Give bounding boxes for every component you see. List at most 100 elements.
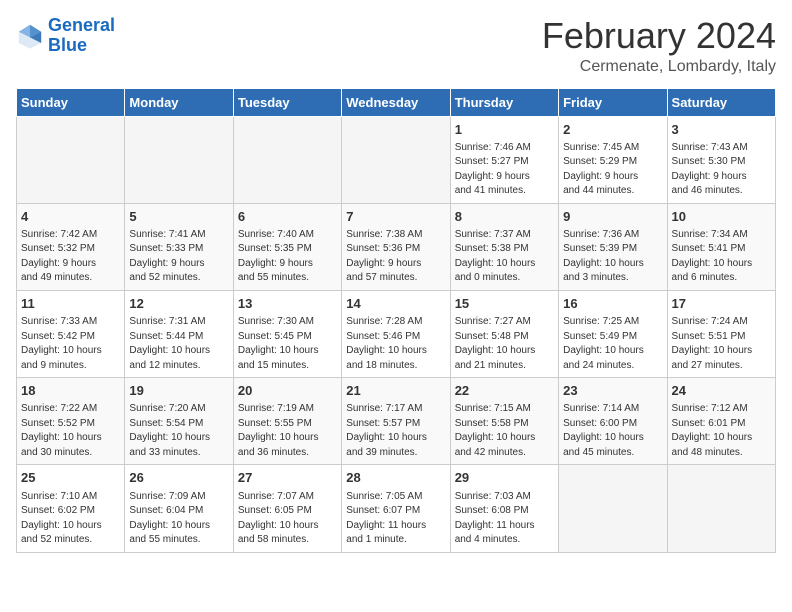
day-info: Sunrise: 7:07 AMSunset: 6:05 PMDaylight:…	[238, 490, 337, 548]
calendar-cell: 2Sunrise: 7:45 AMSunset: 5:29 PMDaylight…	[559, 116, 667, 203]
day-number: 22	[455, 382, 554, 400]
calendar-cell: 6 Sunrise: 7:40 AMSunset: 5:35 PMDaylight…	[233, 203, 341, 290]
day-number: 28	[346, 469, 445, 487]
day-number: 7	[346, 208, 445, 226]
day-info: Sunrise: 7:15 AMSunset: 5:58 PMDaylight:…	[455, 402, 554, 460]
day-number: 19	[129, 382, 228, 400]
weekday-header-monday: Monday	[125, 88, 233, 116]
day-info: Sunrise: 7:37 AMSunset: 5:38 PMDaylight:…	[455, 228, 554, 286]
day-number: 9	[563, 208, 662, 226]
calendar-cell	[17, 116, 125, 203]
calendar-cell: 26Sunrise: 7:09 AMSunset: 6:04 PMDayligh…	[125, 465, 233, 552]
weekday-header-row: SundayMondayTuesdayWednesdayThursdayFrid…	[17, 88, 776, 116]
weekday-header-saturday: Saturday	[667, 88, 775, 116]
day-info: Sunrise: 7:12 AMSunset: 6:01 PMDaylight:…	[672, 402, 771, 460]
day-number: 24	[672, 382, 771, 400]
day-number: 1	[455, 121, 554, 139]
weekday-header-tuesday: Tuesday	[233, 88, 341, 116]
logo-text: General Blue	[48, 16, 115, 56]
day-info: Sunrise: 7:38 AMSunset: 5:36 PMDaylight:…	[346, 228, 445, 286]
day-info: Sunrise: 7:34 AMSunset: 5:41 PMDaylight:…	[672, 228, 771, 286]
calendar-cell: 13Sunrise: 7:30 AMSunset: 5:45 PMDayligh…	[233, 290, 341, 377]
calendar-cell: 21 Sunrise: 7:17 AMSunset: 5:57 PMDayligh…	[342, 378, 450, 465]
day-number: 21	[346, 382, 445, 400]
calendar-week-2: 4 Sunrise: 7:42 AMSunset: 5:32 PMDaylight…	[17, 203, 776, 290]
day-info: Sunrise: 7:22 AMSunset: 5:52 PMDaylight:…	[21, 402, 120, 460]
calendar-cell: 15 Sunrise: 7:27 AMSunset: 5:48 PMDayligh…	[450, 290, 558, 377]
day-info: Sunrise: 7:28 AMSunset: 5:46 PMDaylight:…	[346, 315, 445, 373]
logo-blue-text: Blue	[48, 36, 115, 56]
calendar-cell: 4 Sunrise: 7:42 AMSunset: 5:32 PMDaylight…	[17, 203, 125, 290]
day-info: Sunrise: 7:25 AMSunset: 5:49 PMDaylight:…	[563, 315, 662, 373]
calendar-cell: 29 Sunrise: 7:03 AMSunset: 6:08 PMDayligh…	[450, 465, 558, 552]
day-number: 4	[21, 208, 120, 226]
day-number: 14	[346, 295, 445, 313]
calendar-week-4: 18Sunrise: 7:22 AMSunset: 5:52 PMDayligh…	[17, 378, 776, 465]
calendar-cell: 8 Sunrise: 7:37 AMSunset: 5:38 PMDaylight…	[450, 203, 558, 290]
calendar-cell: 11 Sunrise: 7:33 AMSunset: 5:42 PMDayligh…	[17, 290, 125, 377]
calendar-table: SundayMondayTuesdayWednesdayThursdayFrid…	[16, 88, 776, 553]
day-info: Sunrise: 7:36 AMSunset: 5:39 PMDaylight:…	[563, 228, 662, 286]
weekday-header-wednesday: Wednesday	[342, 88, 450, 116]
day-info: Sunrise: 7:46 AMSunset: 5:27 PMDaylight:…	[455, 141, 554, 199]
day-number: 17	[672, 295, 771, 313]
calendar-cell: 25Sunrise: 7:10 AMSunset: 6:02 PMDayligh…	[17, 465, 125, 552]
day-number: 15	[455, 295, 554, 313]
calendar-cell: 22 Sunrise: 7:15 AMSunset: 5:58 PMDayligh…	[450, 378, 558, 465]
calendar-cell: 1 Sunrise: 7:46 AMSunset: 5:27 PMDaylight…	[450, 116, 558, 203]
day-info: Sunrise: 7:05 AMSunset: 6:07 PMDaylight:…	[346, 490, 445, 548]
day-number: 6	[238, 208, 337, 226]
calendar-cell	[559, 465, 667, 552]
calendar-cell: 17 Sunrise: 7:24 AMSunset: 5:51 PMDayligh…	[667, 290, 775, 377]
day-info: Sunrise: 7:40 AMSunset: 5:35 PMDaylight:…	[238, 228, 337, 286]
day-number: 23	[563, 382, 662, 400]
day-info: Sunrise: 7:41 AMSunset: 5:33 PMDaylight:…	[129, 228, 228, 286]
calendar-cell: 14 Sunrise: 7:28 AMSunset: 5:46 PMDayligh…	[342, 290, 450, 377]
day-info: Sunrise: 7:33 AMSunset: 5:42 PMDaylight:…	[21, 315, 120, 373]
calendar-cell: 18Sunrise: 7:22 AMSunset: 5:52 PMDayligh…	[17, 378, 125, 465]
day-info: Sunrise: 7:24 AMSunset: 5:51 PMDaylight:…	[672, 315, 771, 373]
calendar-cell: 12Sunrise: 7:31 AMSunset: 5:44 PMDayligh…	[125, 290, 233, 377]
calendar-cell: 10 Sunrise: 7:34 AMSunset: 5:41 PMDayligh…	[667, 203, 775, 290]
day-info: Sunrise: 7:09 AMSunset: 6:04 PMDaylight:…	[129, 490, 228, 548]
header: General Blue February 2024 Cermenate, Lo…	[16, 16, 776, 76]
day-info: Sunrise: 7:20 AMSunset: 5:54 PMDaylight:…	[129, 402, 228, 460]
location: Cermenate, Lombardy, Italy	[542, 58, 776, 76]
logo-icon	[16, 22, 44, 50]
day-info: Sunrise: 7:17 AMSunset: 5:57 PMDaylight:…	[346, 402, 445, 460]
calendar-cell: 23 Sunrise: 7:14 AMSunset: 6:00 PMDayligh…	[559, 378, 667, 465]
day-info: Sunrise: 7:27 AMSunset: 5:48 PMDaylight:…	[455, 315, 554, 373]
calendar-cell	[342, 116, 450, 203]
day-number: 3	[672, 121, 771, 139]
day-number: 10	[672, 208, 771, 226]
day-info: Sunrise: 7:43 AMSunset: 5:30 PMDaylight:…	[672, 141, 771, 199]
calendar-week-5: 25Sunrise: 7:10 AMSunset: 6:02 PMDayligh…	[17, 465, 776, 552]
day-number: 25	[21, 469, 120, 487]
day-number: 13	[238, 295, 337, 313]
calendar-cell: 24 Sunrise: 7:12 AMSunset: 6:01 PMDayligh…	[667, 378, 775, 465]
calendar-week-1: 1 Sunrise: 7:46 AMSunset: 5:27 PMDaylight…	[17, 116, 776, 203]
calendar-cell: 16Sunrise: 7:25 AMSunset: 5:49 PMDayligh…	[559, 290, 667, 377]
day-number: 11	[21, 295, 120, 313]
logo-general-text: General	[48, 15, 115, 35]
day-info: Sunrise: 7:42 AMSunset: 5:32 PMDaylight:…	[21, 228, 120, 286]
day-info: Sunrise: 7:19 AMSunset: 5:55 PMDaylight:…	[238, 402, 337, 460]
calendar-cell: 20Sunrise: 7:19 AMSunset: 5:55 PMDayligh…	[233, 378, 341, 465]
day-info: Sunrise: 7:14 AMSunset: 6:00 PMDaylight:…	[563, 402, 662, 460]
logo: General Blue	[16, 16, 115, 56]
calendar-cell: 5 Sunrise: 7:41 AMSunset: 5:33 PMDaylight…	[125, 203, 233, 290]
weekday-header-sunday: Sunday	[17, 88, 125, 116]
calendar-cell: 27 Sunrise: 7:07 AMSunset: 6:05 PMDayligh…	[233, 465, 341, 552]
calendar-cell: 3 Sunrise: 7:43 AMSunset: 5:30 PMDaylight…	[667, 116, 775, 203]
calendar-cell: 19 Sunrise: 7:20 AMSunset: 5:54 PMDayligh…	[125, 378, 233, 465]
day-number: 29	[455, 469, 554, 487]
title-area: February 2024 Cermenate, Lombardy, Italy	[542, 16, 776, 76]
calendar-cell	[233, 116, 341, 203]
day-number: 8	[455, 208, 554, 226]
weekday-header-friday: Friday	[559, 88, 667, 116]
calendar-cell: 9 Sunrise: 7:36 AMSunset: 5:39 PMDaylight…	[559, 203, 667, 290]
day-info: Sunrise: 7:03 AMSunset: 6:08 PMDaylight:…	[455, 490, 554, 548]
weekday-header-thursday: Thursday	[450, 88, 558, 116]
day-number: 27	[238, 469, 337, 487]
day-number: 5	[129, 208, 228, 226]
